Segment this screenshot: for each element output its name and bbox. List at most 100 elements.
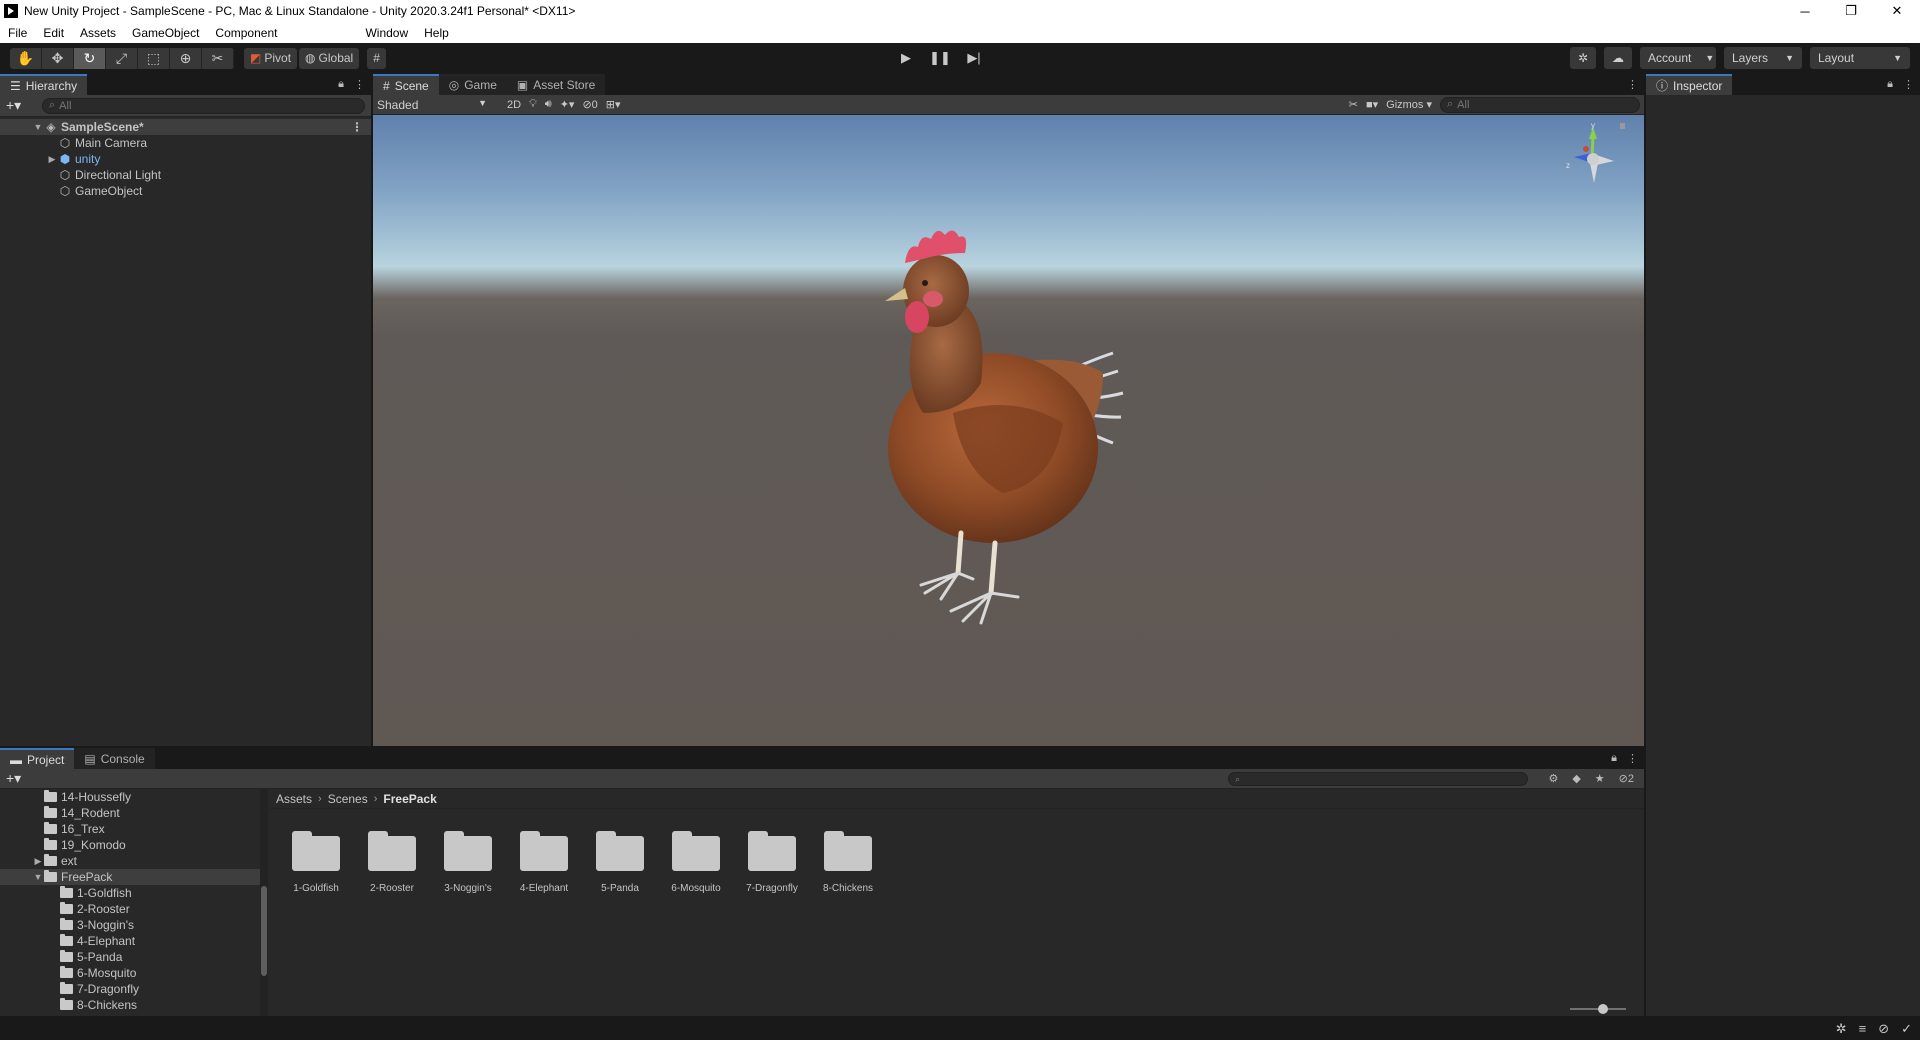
- tab-inspector[interactable]: ⓘ Inspector: [1646, 74, 1733, 95]
- hierarchy-item[interactable]: ▶ ⬢ unity: [0, 151, 371, 167]
- move-tool-icon[interactable]: ✥: [42, 47, 74, 69]
- breadcrumb-item[interactable]: FreePack: [383, 792, 436, 806]
- asset-item[interactable]: 8-Chickens: [816, 831, 880, 894]
- folder-tree-item[interactable]: 6-Mosquito: [0, 965, 260, 981]
- layers-dropdown[interactable]: Layers ▼: [1724, 47, 1802, 69]
- kebab-menu-icon[interactable]: ⋮: [1903, 78, 1914, 91]
- caret-down-icon[interactable]: ▼: [32, 872, 44, 882]
- play-icon[interactable]: ▶: [890, 47, 922, 69]
- hierarchy-item[interactable]: ⬡ Directional Light: [0, 167, 371, 183]
- folder-tree-item[interactable]: 5-Panda: [0, 949, 260, 965]
- effects-icon[interactable]: ✦▾: [560, 98, 575, 111]
- hierarchy-item[interactable]: ⬡ GameObject: [0, 183, 371, 199]
- check-icon[interactable]: ✓: [1901, 1021, 1912, 1037]
- scene-row[interactable]: ▼ ◈ SampleScene* ⋮: [0, 119, 371, 135]
- scene-search-input[interactable]: ⌕ All: [1440, 96, 1640, 113]
- menu-window[interactable]: Window: [357, 26, 416, 40]
- lock-icon[interactable]: 🔒︎: [1611, 752, 1617, 765]
- caret-right-icon[interactable]: ▶: [32, 856, 44, 867]
- grid-snap-button[interactable]: #: [367, 47, 386, 69]
- account-dropdown[interactable]: Account ▼: [1640, 47, 1716, 69]
- folder-tree-item[interactable]: 4-Elephant: [0, 933, 260, 949]
- folder-tree-item[interactable]: 14-Houssefly: [0, 789, 260, 805]
- shading-mode-dropdown[interactable]: Shaded ▼: [377, 98, 491, 112]
- global-toggle[interactable]: ◍ Global: [299, 47, 360, 69]
- pivot-toggle[interactable]: ◩ Pivot: [244, 47, 298, 69]
- gizmos-dropdown[interactable]: Gizmos ▾: [1386, 98, 1432, 111]
- menu-help[interactable]: Help: [416, 26, 457, 40]
- breadcrumb-item[interactable]: Scenes: [328, 792, 368, 806]
- folder-tree-item[interactable]: 8-Chickens: [0, 997, 260, 1013]
- hierarchy-item[interactable]: ⬡ Main Camera: [0, 135, 371, 151]
- favorite-star-icon[interactable]: ★: [1595, 772, 1605, 785]
- asset-item[interactable]: 5-Panda: [588, 831, 652, 894]
- lock-icon[interactable]: 🔒︎: [1887, 78, 1893, 91]
- create-button[interactable]: +▾: [6, 97, 36, 114]
- scrollbar-thumb[interactable]: [261, 886, 267, 976]
- hidden-objects-toggle[interactable]: ⊘0: [582, 98, 597, 111]
- folder-tree-item[interactable]: 1-Goldfish: [0, 885, 260, 901]
- search-by-label-icon[interactable]: ◆: [1572, 772, 1580, 785]
- folder-tree-item[interactable]: 2-Rooster: [0, 901, 260, 917]
- folder-tree-item[interactable]: 16_Trex: [0, 821, 260, 837]
- breadcrumb-item[interactable]: Assets: [276, 792, 312, 806]
- menu-edit[interactable]: Edit: [35, 26, 72, 40]
- cloud-button[interactable]: ☁: [1604, 47, 1632, 69]
- audio-icon[interactable]: 🔊︎: [545, 98, 552, 111]
- layout-dropdown[interactable]: Layout ▼: [1810, 47, 1910, 69]
- folder-tree-scrollbar[interactable]: [260, 789, 268, 1016]
- tab-project[interactable]: ▬ Project: [0, 748, 75, 769]
- tab-game[interactable]: ◎ Game: [438, 74, 507, 95]
- asset-item[interactable]: 1-Goldfish: [284, 831, 348, 894]
- create-button[interactable]: +▾: [6, 770, 36, 787]
- hierarchy-search-input[interactable]: ⌕ All: [42, 97, 365, 114]
- collab-button[interactable]: ✲: [1569, 47, 1596, 69]
- asset-item[interactable]: 4-Elephant: [512, 831, 576, 894]
- pause-icon[interactable]: ❚❚: [924, 47, 956, 69]
- asset-item[interactable]: 3-Noggin's: [436, 831, 500, 894]
- caret-down-icon[interactable]: ▼: [32, 122, 44, 132]
- tab-scene[interactable]: # Scene: [373, 74, 439, 95]
- menu-assets[interactable]: Assets: [72, 26, 124, 40]
- search-by-type-icon[interactable]: ⚙: [1548, 772, 1558, 785]
- asset-item[interactable]: 2-Rooster: [360, 831, 424, 894]
- cache-server-icon[interactable]: ≡: [1859, 1021, 1867, 1037]
- minimize-button[interactable]: ─: [1782, 0, 1828, 22]
- bug-icon[interactable]: ✲: [1836, 1021, 1847, 1037]
- asset-item[interactable]: 7-Dragonfly: [740, 831, 804, 894]
- rect-tool-icon[interactable]: ⬚: [138, 47, 170, 69]
- menu-gameobject[interactable]: GameObject: [124, 26, 207, 40]
- lock-icon[interactable]: 🔒︎: [338, 78, 344, 91]
- rotate-tool-icon[interactable]: ↻: [74, 47, 106, 69]
- chicken-model[interactable]: [813, 213, 1173, 653]
- kebab-menu-icon[interactable]: ⋮: [1627, 752, 1638, 765]
- camera-icon[interactable]: ■▾: [1366, 98, 1378, 111]
- icon-size-slider[interactable]: [1570, 1004, 1626, 1014]
- tab-console[interactable]: ▤ Console: [74, 748, 155, 769]
- menu-component[interactable]: Component: [207, 26, 285, 40]
- hand-tool-icon[interactable]: ✋: [10, 47, 42, 69]
- folder-tree-item[interactable]: 19_Komodo: [0, 837, 260, 853]
- scene-viewport[interactable]: y z: [373, 115, 1644, 746]
- folder-tree-item[interactable]: 3-Noggin's: [0, 917, 260, 933]
- tab-hierarchy[interactable]: ☰ Hierarchy: [0, 74, 88, 95]
- caret-right-icon[interactable]: ▶: [46, 154, 58, 165]
- folder-tree-item[interactable]: ▶ ext: [0, 853, 260, 869]
- asset-item[interactable]: 6-Mosquito: [664, 831, 728, 894]
- kebab-menu-icon[interactable]: ⋮: [351, 120, 363, 134]
- lighting-icon[interactable]: 💡︎: [529, 98, 537, 111]
- scale-tool-icon[interactable]: ⤢: [106, 47, 138, 69]
- orientation-gizmo[interactable]: [1562, 121, 1626, 201]
- step-icon[interactable]: ▶|: [958, 47, 990, 69]
- folder-tree-item[interactable]: 14_Rodent: [0, 805, 260, 821]
- menu-file[interactable]: File: [0, 26, 35, 40]
- tab-asset-store[interactable]: ▣ Asset Store: [506, 74, 606, 95]
- toggle-2d-button[interactable]: 2D: [507, 99, 521, 111]
- close-button[interactable]: ✕: [1874, 0, 1920, 22]
- kebab-menu-icon[interactable]: ⋮: [354, 78, 365, 91]
- kebab-menu-icon[interactable]: ⋮: [1627, 78, 1638, 91]
- slider-knob[interactable]: [1598, 1004, 1608, 1014]
- folder-tree-item[interactable]: 7-Dragonfly: [0, 981, 260, 997]
- tools-icon[interactable]: ✂: [1349, 98, 1358, 111]
- project-search-input[interactable]: ⌕: [1228, 772, 1528, 786]
